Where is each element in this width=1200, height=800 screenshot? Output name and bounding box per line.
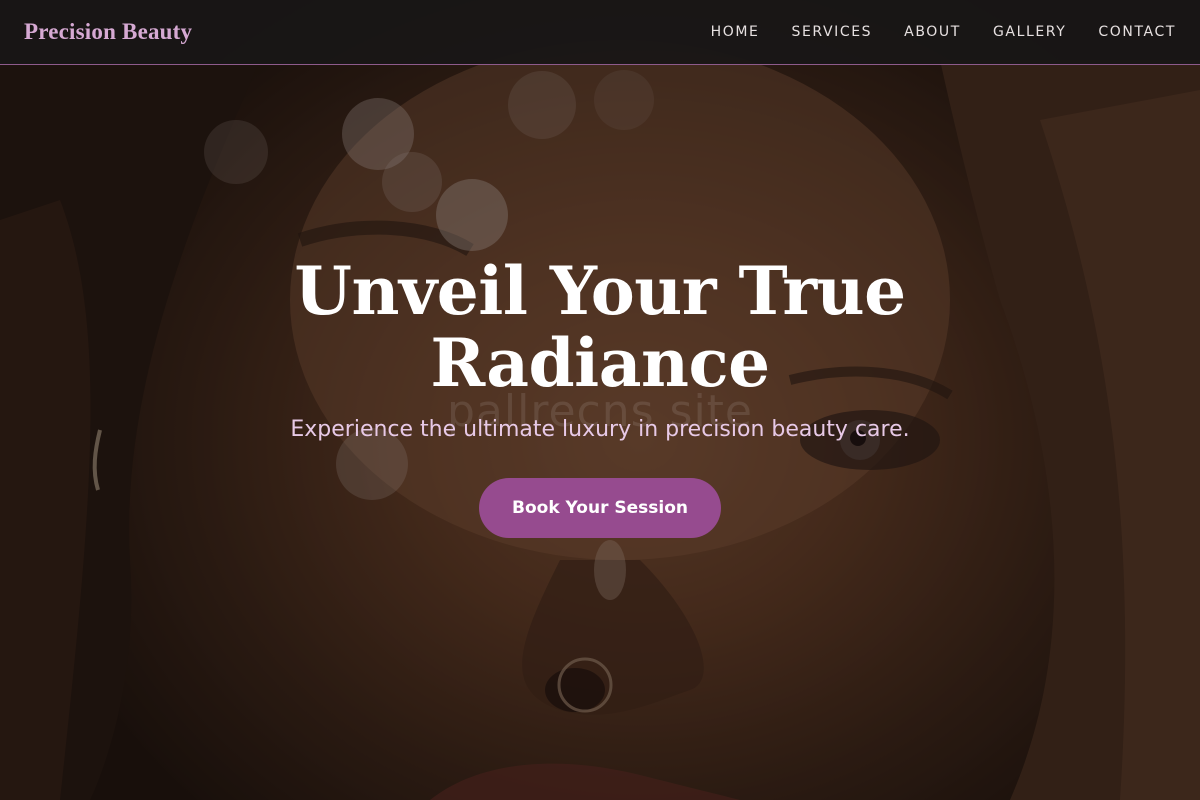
hero-title: Unveil Your True Radiance (294, 252, 906, 402)
nav-link-contact[interactable]: CONTACT (1098, 24, 1176, 40)
nav-item-contact: CONTACT (1098, 23, 1176, 41)
hero-subtitle: Experience the ultimate luxury in precis… (290, 417, 910, 442)
book-session-button[interactable]: Book Your Session (479, 478, 721, 538)
nav-item-services: SERVICES (791, 23, 872, 41)
brand-logo-link[interactable]: Precision Beauty (24, 19, 192, 45)
nav-item-home: HOME (711, 23, 760, 41)
page: Precision Beauty HOME SERVICES ABOUT GAL… (0, 0, 1200, 800)
nav-link-about[interactable]: ABOUT (904, 24, 961, 40)
nav-item-about: ABOUT (904, 23, 961, 41)
nav-link-services[interactable]: SERVICES (791, 24, 872, 40)
hero-section: Unveil Your True Radiance Experience the… (0, 255, 1200, 538)
nav-links: HOME SERVICES ABOUT GALLERY CONTACT (711, 23, 1176, 41)
nav-link-gallery[interactable]: GALLERY (993, 24, 1066, 40)
nav-item-gallery: GALLERY (993, 23, 1066, 41)
top-navigation-bar: Precision Beauty HOME SERVICES ABOUT GAL… (0, 0, 1200, 65)
nav-link-home[interactable]: HOME (711, 24, 760, 40)
